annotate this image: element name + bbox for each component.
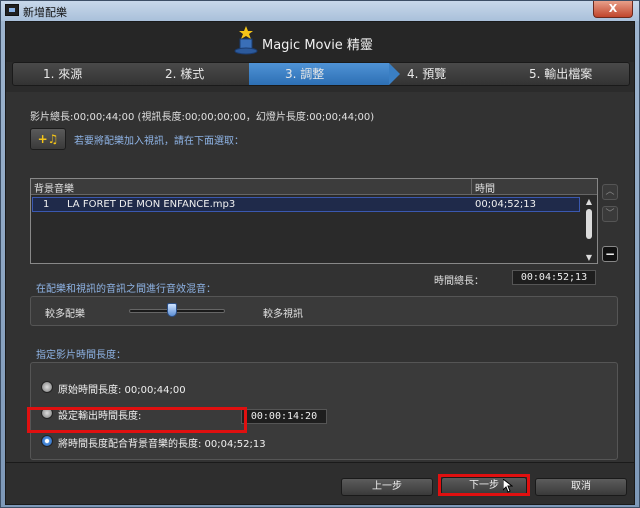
row-file-name: LA FORET DE MON ENFANCE.mp3 (67, 199, 236, 210)
more-music-label: 較多配樂 (45, 309, 85, 320)
row-time: 00;04;52;13 (475, 199, 537, 210)
scroll-down-icon[interactable]: ▼ (583, 253, 595, 263)
cancel-button[interactable]: 取消 (535, 478, 627, 496)
option-original-label: 原始時間長度: 00;00;44;00 (58, 385, 186, 396)
step-output[interactable]: 5. 輸出檔案 (529, 63, 592, 85)
total-time-label: 時間總長： (434, 276, 484, 287)
highlight-next-button (438, 474, 530, 496)
column-divider (471, 179, 472, 195)
radio-original[interactable] (41, 381, 53, 393)
mouse-cursor-icon (503, 479, 513, 493)
step-adjust[interactable]: 3. 調整 (285, 63, 324, 85)
column-time[interactable]: 時間 (475, 180, 495, 195)
window-title: 新增配樂 (23, 6, 67, 19)
mix-panel: 較多配樂 較多視訊 (30, 296, 618, 326)
header: Magic Movie 精靈 (6, 22, 634, 62)
list-scrollbar[interactable]: ▲ ▼ (583, 197, 595, 263)
more-video-label: 較多視訊 (263, 309, 303, 320)
app-icon (5, 4, 19, 16)
mix-slider-thumb[interactable] (167, 303, 178, 317)
highlight-match-option (27, 407, 247, 433)
remove-music-button[interactable]: − (602, 246, 618, 262)
radio-match-music[interactable] (41, 435, 53, 447)
app-logo-text: Magic Movie 精靈 (262, 38, 373, 53)
step-source[interactable]: 1. 來源 (43, 63, 82, 85)
dialog-window: 新增配樂 X Magic Movie 精靈 1. 來源 2. 樣式 3. 調整 … (0, 0, 640, 508)
title-bar: 新增配樂 X (1, 1, 639, 21)
step-style[interactable]: 2. 樣式 (165, 63, 204, 85)
music-list-header: 背景音樂 時間 (31, 179, 597, 195)
music-list-row[interactable]: 1 LA FORET DE MON ENFANCE.mp3 00;04;52;1… (32, 197, 580, 212)
music-list: 背景音樂 時間 1 LA FORET DE MON ENFANCE.mp3 00… (30, 178, 598, 264)
scroll-thumb[interactable] (586, 209, 592, 239)
column-background-music[interactable]: 背景音樂 (34, 180, 74, 195)
mix-title: 在配樂和視訊的音訊之間進行音效混音： (36, 284, 216, 295)
scroll-up-icon[interactable]: ▲ (583, 197, 595, 207)
wizard-steps: 1. 來源 2. 樣式 3. 調整 4. 預覽 5. 輸出檔案 (12, 62, 630, 86)
duration-title: 指定影片時間長度： (36, 350, 126, 361)
step-preview[interactable]: 4. 預覽 (407, 63, 446, 85)
add-music-hint: 若要將配樂加入視訊，請在下面選取： (74, 136, 244, 147)
magic-hat-icon (234, 26, 258, 55)
row-index: 1 (43, 199, 50, 210)
close-button[interactable]: X (593, 1, 633, 18)
move-up-button[interactable]: ︿ (602, 184, 618, 200)
add-music-button[interactable]: +♫ (30, 128, 66, 150)
duration-info: 影片總長:00;00;44;00 (視訊長度:00;00;00;00，幻燈片長度… (30, 112, 375, 123)
total-time-value: 00:04:52;13 (512, 270, 596, 285)
move-down-button[interactable]: ﹀ (602, 206, 618, 222)
custom-duration-input[interactable]: 00:00:14:20 (241, 409, 327, 424)
previous-button[interactable]: 上一步 (341, 478, 433, 496)
option-match-label: 將時間長度配合背景音樂的長度: 00;04;52;13 (58, 439, 266, 450)
